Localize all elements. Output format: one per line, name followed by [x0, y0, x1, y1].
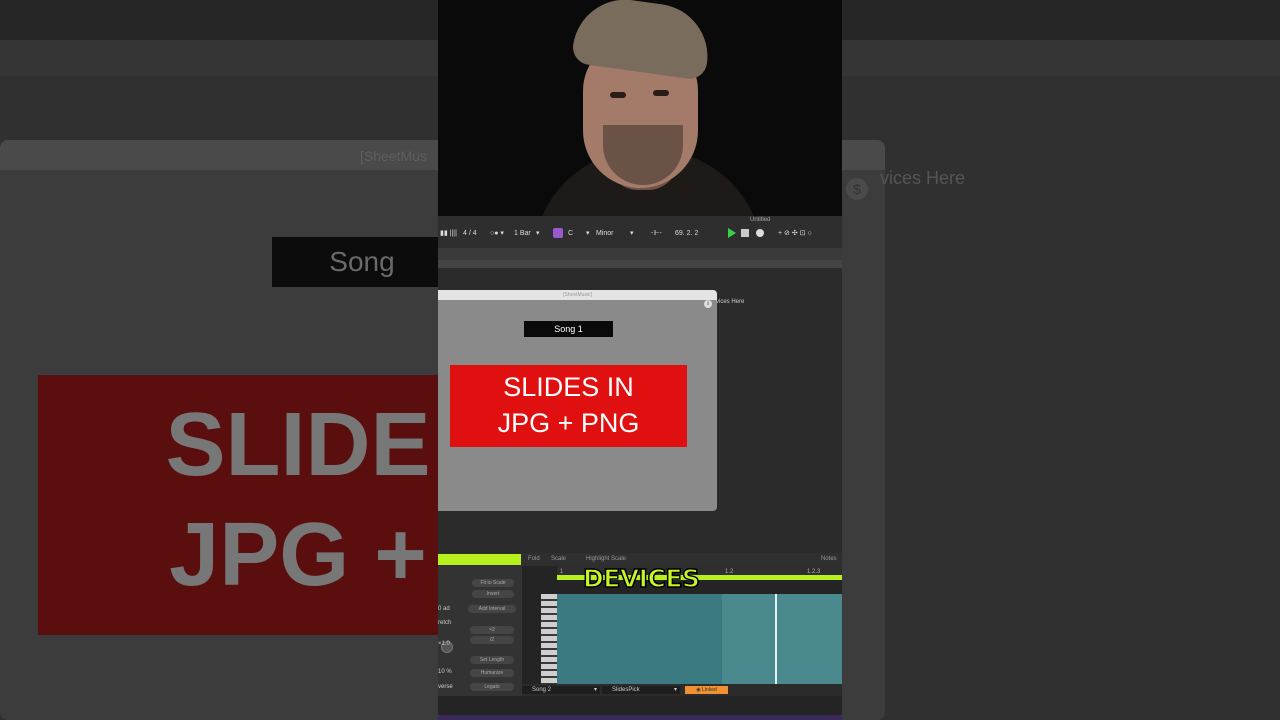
song-chevron-icon: ▾ [593, 687, 597, 693]
record-icon[interactable] [756, 229, 764, 237]
overdub-icon[interactable]: + ⊘ ✣ ⊡ ○ [778, 230, 812, 238]
highlight-scale-toggle[interactable]: Highlight Scale [586, 556, 626, 562]
devices-hint: vices Here [716, 299, 745, 305]
info-icon[interactable]: i [704, 300, 712, 308]
bg-devices-hint: vices Here [880, 168, 966, 188]
scale-chevron-icon[interactable]: ▾ [630, 230, 634, 238]
bg-song-label: Song [272, 237, 452, 287]
stop-icon[interactable] [741, 229, 749, 237]
clip-bottom-bar: Song 2 ▾ SlidesPick ▾ ◉ Linked [522, 684, 842, 696]
time-signature[interactable]: 4 / 4 [463, 230, 477, 238]
clip-color-bar[interactable] [438, 554, 521, 565]
song-dropdown-label: Song 2 [532, 687, 552, 693]
song-dropdown[interactable]: Song 2 ▾ [522, 686, 600, 694]
notes-tab[interactable]: Notes [821, 556, 837, 562]
bg-circle-icon: $ [846, 178, 868, 200]
halve-button[interactable]: /2 [470, 636, 514, 644]
loop-region [722, 594, 842, 684]
key-chevron-icon[interactable]: ▾ [586, 230, 590, 238]
set-title: Untitled [750, 217, 771, 223]
song-label: Song 1 [524, 321, 613, 337]
webcam-video [438, 0, 842, 216]
slidespick-label: SlidesPick [612, 687, 640, 693]
stretch-label: retch [438, 620, 452, 626]
playhead [775, 594, 777, 684]
slidespick-chevron-icon: ▾ [673, 687, 677, 693]
slide-image: SLIDES IN JPG + PNG [450, 365, 687, 447]
fit-to-scale-button[interactable]: Fit to Scale [472, 579, 514, 587]
eye-icon: ◉ [696, 687, 701, 693]
slide-line2: JPG + PNG [497, 408, 640, 438]
legato-button[interactable]: Legato [470, 683, 514, 691]
arrangement-strip-lower [438, 260, 842, 268]
slide-line1: SLIDES IN [503, 372, 634, 402]
linked-toggle[interactable]: ◉ Linked [685, 686, 728, 694]
scale-select[interactable]: Minor [596, 230, 614, 238]
bg-window-title: [SheetMus [360, 148, 427, 164]
add-interval-value[interactable]: 0 ad [438, 606, 450, 612]
quantize-select[interactable]: 1 Bar [514, 230, 531, 238]
slidespick-dropdown[interactable]: SlidesPick ▾ [602, 686, 680, 694]
person-eye-left [610, 92, 626, 98]
transport-bar: Untitled ▮▮ |||| 4 / 4 ○● ▾ 1 Bar ▾ C ▾ … [438, 216, 842, 248]
humanize-button[interactable]: Humanize [470, 669, 514, 677]
fold-button[interactable]: Fold [528, 556, 540, 562]
linked-label: Linked [702, 687, 717, 693]
follow-icon[interactable]: -⊩- [651, 230, 662, 238]
stretch-value[interactable]: ×1.0 [438, 641, 450, 647]
set-length-button[interactable]: Set Length [470, 656, 514, 664]
reverse-button[interactable]: verse [438, 684, 453, 690]
sheet-music-window: [SheetMusic] Song 1 SLIDES IN JPG + PNG [438, 290, 717, 511]
note-grid[interactable] [557, 594, 842, 684]
note-tools-panel: Fit to Scale Invert 0 ad Add Interval re… [438, 566, 522, 696]
quantize-chevron-icon[interactable]: ▾ [536, 230, 540, 238]
scale-button[interactable]: Scale [551, 556, 566, 562]
invert-button[interactable]: Invert [472, 590, 514, 598]
record-mode-icon[interactable]: ○● ▾ [490, 230, 504, 238]
bottom-edge [438, 715, 842, 720]
key-select[interactable]: C [568, 230, 573, 238]
person-eye-right [653, 90, 669, 96]
double-button[interactable]: ×2 [470, 626, 514, 634]
piano-keys[interactable] [541, 594, 557, 684]
add-interval-button[interactable]: Add Interval [468, 605, 516, 613]
arrangement-strip [438, 248, 842, 260]
clip-editor: Fold Scale Highlight Scale Notes Fit to … [438, 553, 842, 720]
play-icon[interactable] [728, 228, 736, 238]
metronome-icon[interactable]: ▮▮ |||| [440, 230, 457, 238]
scale-icon[interactable] [553, 228, 563, 238]
center-column: Untitled ▮▮ |||| 4 / 4 ○● ▾ 1 Bar ▾ C ▾ … [438, 0, 842, 720]
humanize-amount[interactable]: 10 % [438, 669, 452, 675]
song-position[interactable]: 69. 2. 2 [675, 230, 698, 238]
sheet-window-title: [SheetMusic] [563, 292, 592, 298]
devices-caption: DEVICES [582, 563, 700, 594]
